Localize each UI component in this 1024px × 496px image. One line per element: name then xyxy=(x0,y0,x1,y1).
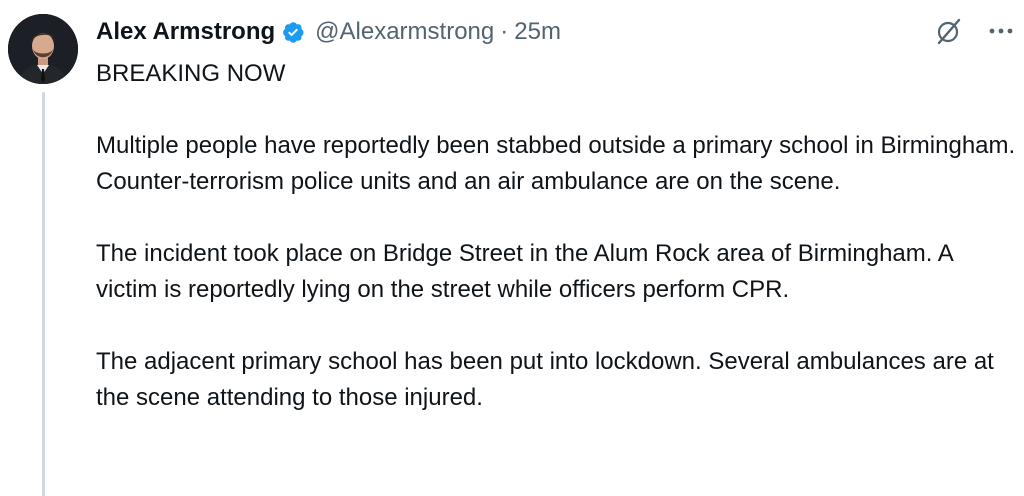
grok-icon[interactable] xyxy=(934,16,964,46)
more-options-icon[interactable] xyxy=(986,16,1016,46)
tweet-paragraph-headline: BREAKING NOW xyxy=(96,60,286,87)
tweet-actions xyxy=(934,16,1016,46)
separator-dot: · xyxy=(500,18,509,45)
author-display-name[interactable]: Alex Armstrong xyxy=(96,18,275,46)
tweet-paragraph: Multiple people have reportedly been sta… xyxy=(96,132,1016,195)
verified-badge-icon xyxy=(281,20,305,44)
avatar[interactable] xyxy=(8,14,78,84)
timestamp[interactable]: 25m xyxy=(514,18,561,46)
tweet-paragraph: The adjacent primary school has been put… xyxy=(96,348,994,411)
tweet-body: BREAKING NOW Multiple people have report… xyxy=(96,56,1016,452)
tweet-paragraph: The incident took place on Bridge Street… xyxy=(96,240,953,303)
tweet[interactable]: Alex Armstrong @Alexarmstrong · 25m BREA… xyxy=(0,0,1024,496)
tweet-header: Alex Armstrong @Alexarmstrong · 25m xyxy=(96,14,561,50)
thread-line xyxy=(42,92,45,496)
avatar-column xyxy=(8,14,80,496)
avatar-photo-icon xyxy=(8,14,78,84)
author-handle[interactable]: @Alexarmstrong xyxy=(315,18,494,46)
